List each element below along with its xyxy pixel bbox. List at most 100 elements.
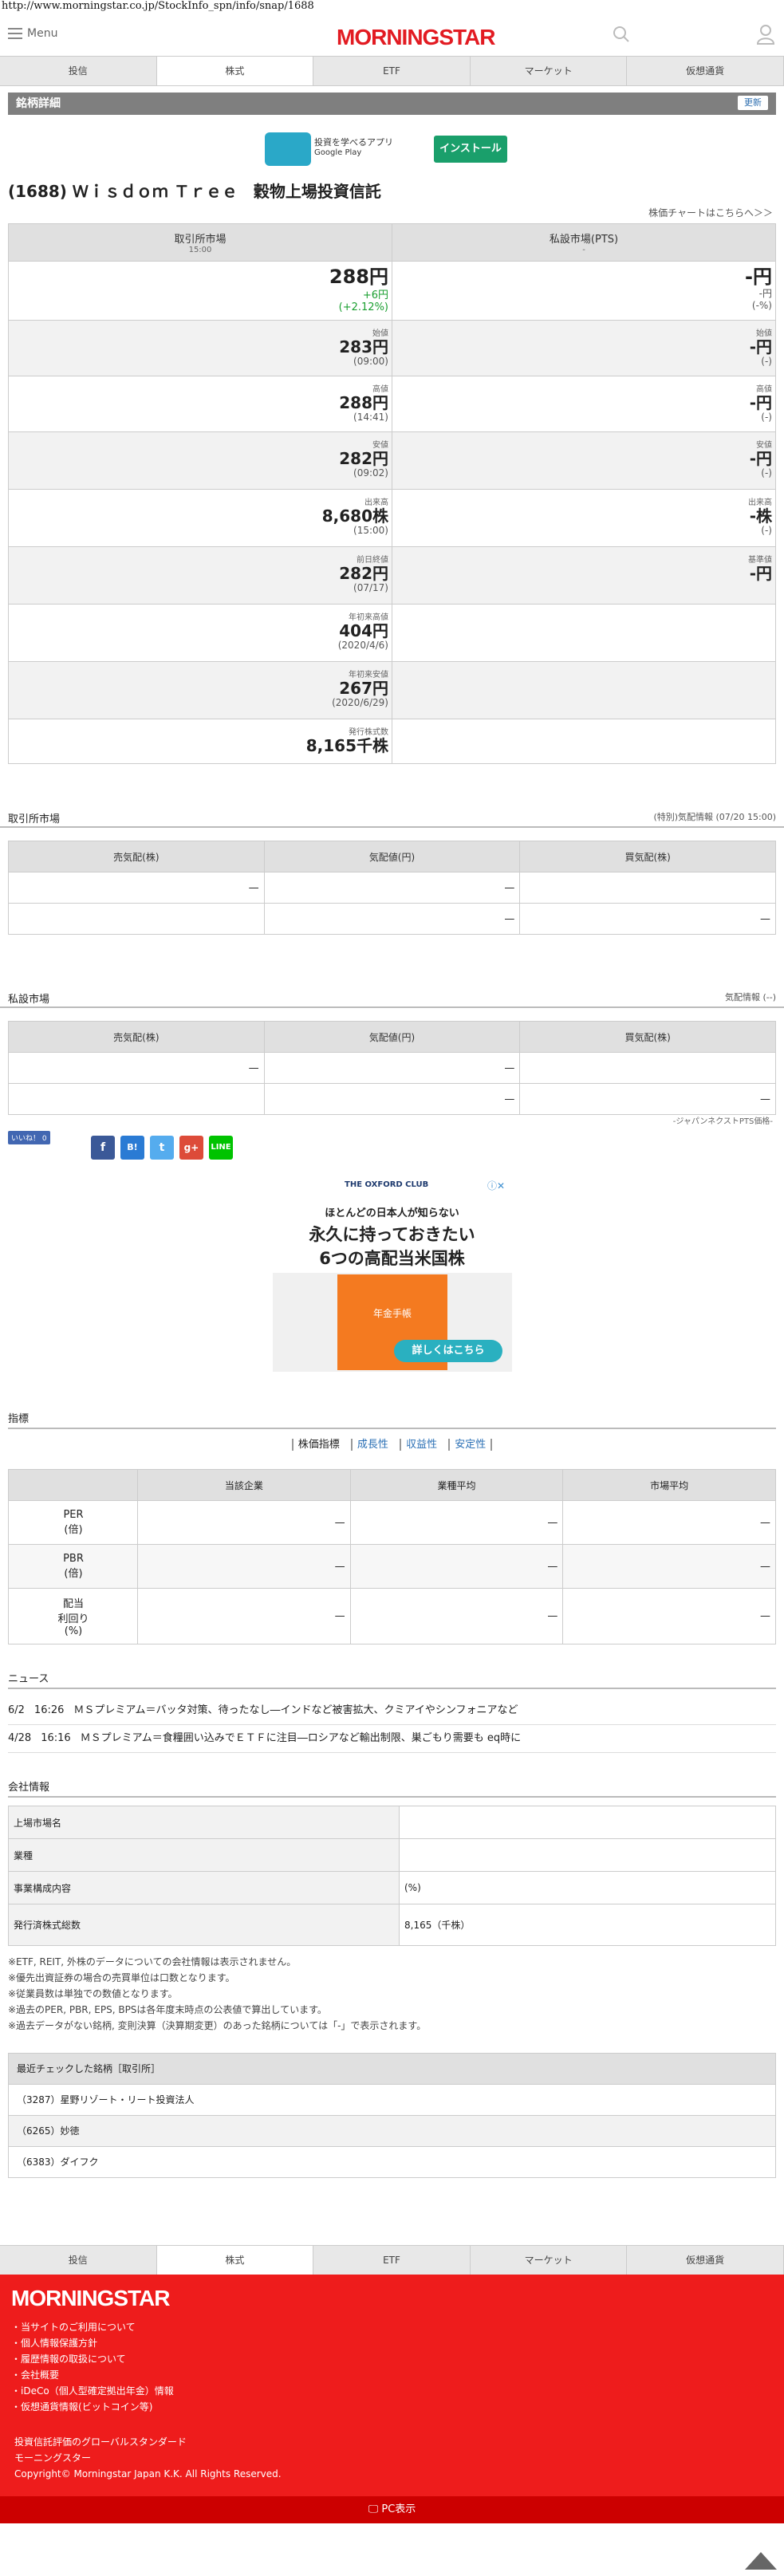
footer-info: 投資信託評価のグローバルスタンダード モーニングスター Copyright© M… [14,2434,282,2482]
tab-growth[interactable]: 成長性 [350,1439,393,1451]
exchange-board-header: 取引所市場 (特別)気配情報 (07/20 15:00) [0,810,784,828]
row-label-per: PER (倍) [8,1500,138,1545]
pts-base-cell: 基準値 -円 [392,546,776,605]
empty-cell [392,719,776,764]
section-title: 銘柄詳細 [16,97,61,110]
news-item[interactable]: 6/2 16:26 ＭＳプレミアム＝バッタ対策、待ったなし―インドなど被害拡大、クミ… [8,1697,776,1725]
tab-price-indicators[interactable]: 株価指標 [291,1439,345,1451]
column-header: 売気配(株) [8,841,265,872]
board-cell: — [263,1083,521,1115]
top-bar: Menu MORNINGSTAR [0,14,784,56]
tab-funds[interactable]: 投信 [0,57,157,85]
facebook-share-icon[interactable]: f [91,1136,115,1160]
tab-stocks[interactable]: 株式 [156,57,314,85]
row-value: 8,165（千株） [399,1904,776,1946]
price-change-pct: (+2.12%) [338,301,388,313]
google-plus-icon[interactable]: g+ [179,1136,203,1160]
exchange-order-board: 売気配(株) 気配値(円) 買気配(株) — — — — [8,841,776,935]
tab-etf[interactable]: ETF [313,2246,471,2275]
chart-link[interactable]: 株価チャートはこちらへ＞＞ [0,206,784,223]
column-header: 売気配(株) [8,1021,265,1053]
tab-etf[interactable]: ETF [313,57,471,85]
board-cell: — [519,903,776,935]
tab-stability[interactable]: 安定性 [448,1439,493,1451]
recent-stocks: 最近チェックした銘柄［取引所］ （3287）星野リゾート・リート投資法人 （62… [8,2053,776,2178]
back-to-top-icon[interactable] [745,2552,777,2570]
exchange-board-note: (特別)気配情報 (07/20 15:00) [653,812,776,822]
display-ad[interactable]: THE OXFORD CLUB ⓘ✕ ほとんどの日本人が知らない 永久に持ってお… [0,1172,784,1404]
main-tabs: 投信 株式 ETF マーケット 仮想通貨 [0,56,784,86]
footer-company: モーニングスター [14,2452,92,2464]
search-icon[interactable] [613,26,630,43]
indicators-title: 指標 [8,1412,776,1429]
footer-link[interactable]: ・履歴情報の取扱について [11,2351,174,2367]
current-price: 288円 [329,266,388,288]
tab-crypto[interactable]: 仮想通貨 [627,57,784,85]
monitor-icon: 🖵 [368,2503,382,2515]
indicator-cell: — [349,1544,564,1589]
ad-cta-button[interactable]: 詳しくはこちら [394,1340,502,1362]
prev-close-cell: 前日終値 282円 (07/17) [8,546,392,605]
menu-label: Menu [27,27,58,40]
tab-profitability[interactable]: 収益性 [400,1439,443,1451]
facebook-like-button[interactable]: いいね！ 0 [8,1131,50,1144]
line-share-icon[interactable]: LINE [209,1136,233,1160]
tab-market[interactable]: マーケット [471,2246,628,2275]
pts-order-board: 売気配(株) 気配値(円) 買気配(株) — — — — [8,1021,776,1115]
news-title: ニュース [8,1672,776,1689]
pts-price-cell: -円 -円 (-%) [392,261,776,321]
high-cell: 高値 288円 (14:41) [8,376,392,432]
app-ad-banner[interactable]: 投資を学べるアプリ Google Play インストール [0,121,784,172]
price-change: +6円 [362,290,388,301]
recent-stock-item[interactable]: （6265）妙徳 [9,2115,775,2146]
column-header: 気配値(円) [263,1021,521,1053]
twitter-icon[interactable]: t [150,1136,174,1160]
footer-link[interactable]: ・当サイトのご利用について [11,2319,174,2335]
footer-tagline: 投資信託評価のグローバルスタンダード [14,2436,187,2448]
tab-market[interactable]: マーケット [471,57,628,85]
ad-brand: THE OXFORD CLUB [345,1180,429,1189]
row-label: 事業構成内容 [8,1871,400,1904]
column-header: 買気配(株) [519,841,776,872]
column-header: 買気配(株) [519,1021,776,1053]
footer-link[interactable]: ・仮想通貨情報(ビットコイン等) [11,2399,174,2415]
pc-view-button[interactable]: 🖵 PC表示 [0,2496,784,2523]
company-title: 会社情報 [8,1780,776,1798]
refresh-button[interactable]: 更新 [738,96,768,110]
indicator-cell: — [562,1544,776,1589]
recent-stock-item[interactable]: （6383）ダイフク [9,2146,775,2177]
pts-price: -円 [745,266,772,288]
pts-footnote: -ジャパンネクストPTS価格- [672,1117,773,1126]
low-cell: 安値 282円 (09:02) [8,431,392,490]
hatena-bookmark-icon[interactable]: B! [120,1136,144,1160]
footer-link[interactable]: ・個人情報保護方針 [11,2335,174,2351]
pts-high-cell: 高値 -円 (-) [392,376,776,432]
footer-link[interactable]: ・会社概要 [11,2367,174,2383]
row-label: 業種 [8,1838,400,1872]
indicator-subnav: 株価指標 成長性 収益性 安定性 [0,1429,784,1461]
menu-button[interactable]: Menu [8,27,57,40]
board-cell: — [263,872,521,904]
user-icon[interactable] [756,24,775,45]
install-button[interactable]: インストール [434,136,507,163]
pts-board-title: 私設市場 [8,994,50,1006]
tab-crypto[interactable]: 仮想通貨 [627,2246,784,2275]
row-value: (%) [399,1871,776,1904]
footer-links: ・当サイトのご利用について ・個人情報保護方針 ・履歴情報の取扱について ・会社… [11,2319,174,2415]
company-notes: ※ETF, REIT, 外株のデータについての会社情報は表示されません。 ※優先… [8,1956,427,2031]
board-cell [8,903,265,935]
tab-funds[interactable]: 投信 [0,2246,157,2275]
current-price-cell: 288円 +6円 (+2.12%) [8,261,392,321]
row-label: 発行済株式総数 [8,1904,400,1946]
ad-close-icon[interactable]: ⓘ✕ [487,1179,505,1192]
bottom-tabs: 投信 株式 ETF マーケット 仮想通貨 [0,2245,784,2275]
footer-logo[interactable]: MORNINGSTAR [11,2286,170,2311]
recent-stock-item[interactable]: （3287）星野リゾート・リート投資法人 [9,2084,775,2115]
stock-title: (1688) Ｗｉｓｄｏｍ Ｔｒｅｅ 穀物上場投資信託 [8,182,381,201]
company-info-table: 上場市場名 業種 事業構成内容 (%) 発行済株式総数 8,165（千株） [8,1806,776,1946]
tab-stocks[interactable]: 株式 [156,2246,314,2275]
news-item[interactable]: 4/28 16:16 ＭＳプレミアム＝食糧囲い込みでＥＴＦに注目―ロシアなど輸出制限… [8,1725,776,1753]
row-label: 上場市場名 [8,1806,400,1839]
morningstar-logo[interactable]: MORNINGSTAR [337,25,495,50]
footer-link[interactable]: ・iDeCo（個人型確定拠出年金）情報 [11,2383,174,2399]
